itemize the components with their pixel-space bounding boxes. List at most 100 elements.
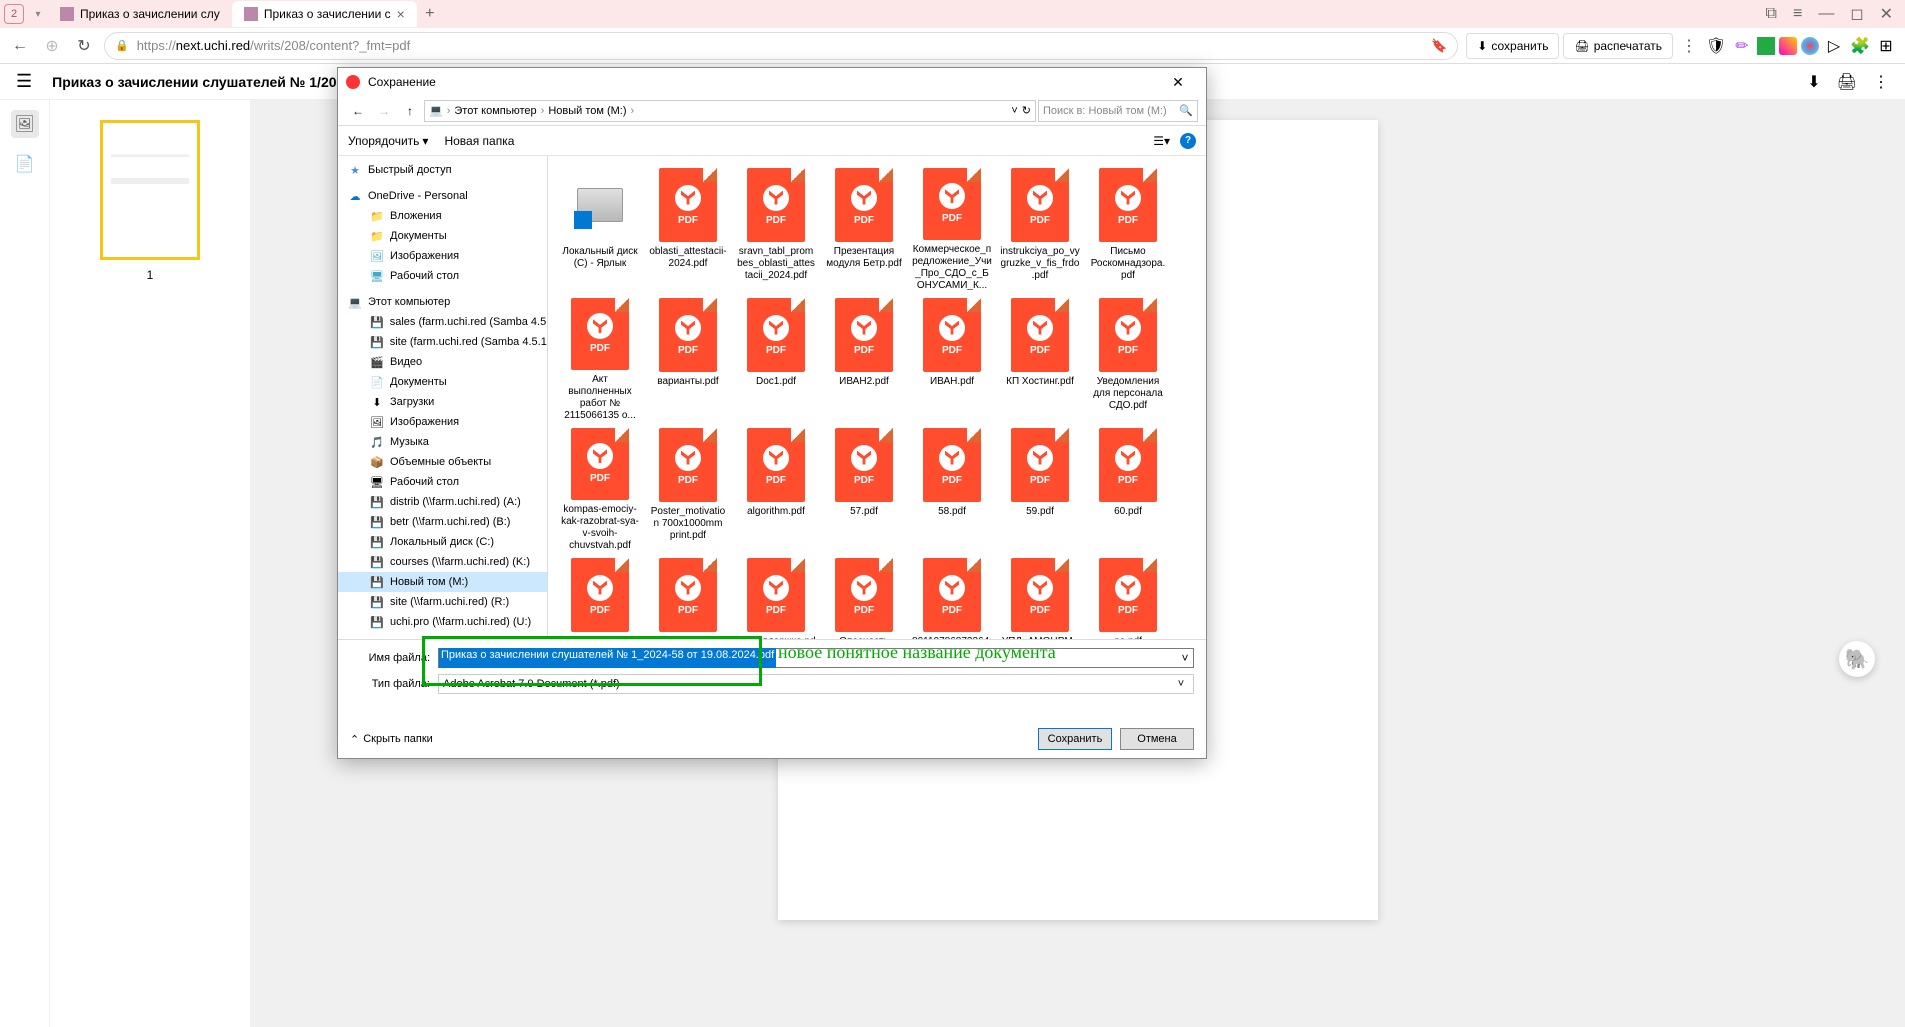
file-item[interactable]: PDFИВАН.pdf	[908, 294, 996, 424]
file-item[interactable]: PDFОпасность пореза.pdf	[820, 554, 908, 639]
ext-icon-5[interactable]: ▷	[1823, 35, 1845, 57]
file-item[interactable]: PDF60.pdf	[1084, 424, 1172, 554]
more-icon[interactable]: ⋮	[1677, 34, 1701, 58]
file-item[interactable]: PDF57.pdf	[820, 424, 908, 554]
bookmark-icon[interactable]: 🔖	[1431, 38, 1447, 54]
filetype-dropdown-icon[interactable]: ˅	[1173, 678, 1189, 690]
filename-input[interactable]: Приказ о зачислении слушателей № 1_2024-…	[439, 648, 776, 668]
ext-icon-4[interactable]	[1801, 37, 1819, 55]
tree-item[interactable]: 💾uchi.pro (\\farm.uchi.red) (U:)	[338, 612, 547, 632]
tab-counter[interactable]: 2	[4, 4, 24, 24]
nav-forward-icon[interactable]: →	[372, 99, 396, 123]
file-item[interactable]: PDFИВАН2.pdf	[820, 294, 908, 424]
tree-item[interactable]: 🎵Музыка	[338, 432, 547, 452]
tree-item[interactable]: 💾betr (\\farm.uchi.red) (B:)	[338, 512, 547, 532]
tree-item[interactable]: 💾site (\\farm.uchi.red) (R:)	[338, 592, 547, 612]
maximize-icon[interactable]: ◻	[1850, 4, 1863, 24]
refresh-icon[interactable]: ↻	[1022, 104, 1031, 117]
tree-item[interactable]: 💾Локальный диск (C:)	[338, 532, 547, 552]
reload-button[interactable]: ↻	[72, 34, 96, 58]
tree-item[interactable]: 🖼Изображения	[338, 412, 547, 432]
filetype-select[interactable]: Adobe Acrobat 7.0 Document (*.pdf) ˅	[438, 674, 1194, 694]
print-icon[interactable]: 🖨	[1837, 72, 1857, 92]
folder-tree[interactable]: ★Быстрый доступ ☁OneDrive - Personal 📁Вл…	[338, 156, 548, 639]
tree-item[interactable]: 🖥Рабочий стол	[338, 472, 547, 492]
browser-tab-1[interactable]: Приказ о зачислении слу	[48, 1, 232, 27]
page-thumbnail[interactable]	[100, 120, 200, 260]
pdf-more-icon[interactable]: ⋮	[1873, 72, 1889, 92]
ext-icon-2[interactable]	[1757, 37, 1775, 55]
file-item[interactable]: PDFтехподдержка_OtherPages.pdf	[644, 554, 732, 639]
tree-item[interactable]: 📄Документы	[338, 372, 547, 392]
file-item[interactable]: PDFАкт выполненных работ № 2115066135 о.…	[556, 294, 644, 424]
breadcrumb[interactable]: 💻 › Этот компьютер › Новый том (M:) › ˅ …	[424, 100, 1036, 122]
filename-dropdown-icon[interactable]: ˅	[1177, 651, 1193, 665]
thumbnails-icon[interactable]: 🖼	[11, 110, 39, 138]
tree-item[interactable]: 📁Документы	[338, 226, 547, 246]
file-item[interactable]: PDFoblasti_attestacii-2024.pdf	[644, 164, 732, 294]
breadcrumb-dropdown-icon[interactable]: ˅	[1011, 105, 1017, 117]
file-item[interactable]: PDF59.pdf	[996, 424, 1084, 554]
organize-button[interactable]: Упорядочить ▾	[348, 134, 428, 148]
tree-item[interactable]: 💾site (farm.uchi.red (Samba 4.5.16-Debia	[338, 332, 547, 352]
file-item[interactable]: PDFpo.pdf	[1084, 554, 1172, 639]
tree-item[interactable]: 💾courses (\\farm.uchi.red) (K:)	[338, 552, 547, 572]
tree-item[interactable]: 🎬Видео	[338, 352, 547, 372]
file-item[interactable]: PDFsravn_tabl_prombes_oblasti_attestacii…	[732, 164, 820, 294]
file-item[interactable]: PDFalgorithm.pdf	[732, 424, 820, 554]
url-input[interactable]: 🔒 https://next.uchi.red/writs/208/conten…	[104, 32, 1458, 60]
download-icon[interactable]: ⬇	[1807, 72, 1820, 92]
file-item[interactable]: PDF58.pdf	[908, 424, 996, 554]
file-item[interactable]: PDFУПД_АМОЦРМ_30_05_2023.pdf	[996, 554, 1084, 639]
ext-icon-3[interactable]	[1779, 37, 1797, 55]
nav-back-icon[interactable]: ←	[346, 99, 370, 123]
tree-this-pc[interactable]: 💻Этот компьютер	[338, 292, 547, 312]
breadcrumb-item[interactable]: Новый том (M:)	[548, 105, 626, 117]
file-item[interactable]: PDFтехподдержка.pdf	[556, 554, 644, 639]
file-item[interactable]: PDFУведомления для персонала СДО.pdf	[1084, 294, 1172, 424]
tree-item[interactable]: 🖼Изображения	[338, 246, 547, 266]
tree-quick-access[interactable]: ★Быстрый доступ	[338, 160, 547, 180]
file-item[interactable]: PDFkompas-emociy-kak-razobrat-sya-v-svoi…	[556, 424, 644, 554]
back-button[interactable]: ←	[8, 34, 32, 58]
file-grid[interactable]: Локальный диск (C) - ЯрлыкPDFoblasti_att…	[548, 156, 1206, 639]
tab-dropdown-icon[interactable]: ▾	[28, 9, 48, 20]
nav-up-icon[interactable]: ↑	[398, 99, 422, 123]
save-button[interactable]: Сохранить	[1038, 728, 1112, 750]
dialog-close-icon[interactable]: ✕	[1158, 74, 1198, 91]
window-close-icon[interactable]: ✕	[1880, 4, 1893, 24]
save-page-button[interactable]: ⬇ сохранить	[1466, 33, 1559, 59]
breadcrumb-item[interactable]: Этот компьютер	[454, 105, 536, 117]
cancel-button[interactable]: Отмена	[1120, 728, 1194, 750]
tree-item-selected[interactable]: 💾Новый том (M:)	[338, 572, 547, 592]
tree-onedrive[interactable]: ☁OneDrive - Personal	[338, 186, 547, 206]
hamburger-icon[interactable]: ≡	[1793, 5, 1802, 23]
tree-item[interactable]: 💾distrib (\\farm.uchi.red) (A:)	[338, 492, 547, 512]
file-item[interactable]: PDFКоммерческое_предложение_Учи_Про_СДО_…	[908, 164, 996, 294]
help-icon[interactable]: ?	[1180, 133, 1196, 149]
file-item[interactable]: PDF80110786873364.pdf	[908, 554, 996, 639]
view-mode-icon[interactable]: ☰▾	[1153, 134, 1170, 148]
tree-item[interactable]: 📦Объемные объекты	[338, 452, 547, 472]
print-page-button[interactable]: 🖨 распечатать	[1563, 33, 1673, 59]
file-item[interactable]: PDFварианты.pdf	[644, 294, 732, 424]
copy-icon[interactable]: ⧉	[1766, 5, 1777, 23]
evernote-icon[interactable]: 🐘	[1839, 641, 1875, 677]
shield-icon[interactable]: 🛡	[1705, 35, 1727, 57]
file-item[interactable]: PDFDoc1.pdf	[732, 294, 820, 424]
file-item[interactable]: PDFПрезентация модуля Бетр.pdf	[820, 164, 908, 294]
tree-item[interactable]: 💾sales (farm.uchi.red (Samba 4.5.16-Debi…	[338, 312, 547, 332]
search-input[interactable]: Поиск в: Новый том (M:) 🔍	[1038, 100, 1198, 122]
minimize-icon[interactable]: —	[1818, 5, 1834, 23]
tree-item[interactable]: 📁Вложения	[338, 206, 547, 226]
tree-item[interactable]: 🖥Рабочий стол	[338, 266, 547, 286]
new-folder-button[interactable]: Новая папка	[444, 134, 514, 148]
hide-folders-button[interactable]: ⌃ Скрыть папки	[350, 733, 433, 746]
extensions-icon[interactable]: 🧩	[1849, 35, 1871, 57]
file-item[interactable]: PDFтехподдержка.pdf	[732, 554, 820, 639]
downloads-icon[interactable]: ⊞	[1875, 35, 1897, 57]
new-tab-button[interactable]: +	[417, 1, 443, 27]
file-item[interactable]: PDFPoster_motivation 700x1000mm print.pd…	[644, 424, 732, 554]
tab-close-icon[interactable]: ×	[397, 6, 405, 22]
file-item[interactable]: PDFinstrukciya_po_vygruzke_v_fis_frdo.pd…	[996, 164, 1084, 294]
